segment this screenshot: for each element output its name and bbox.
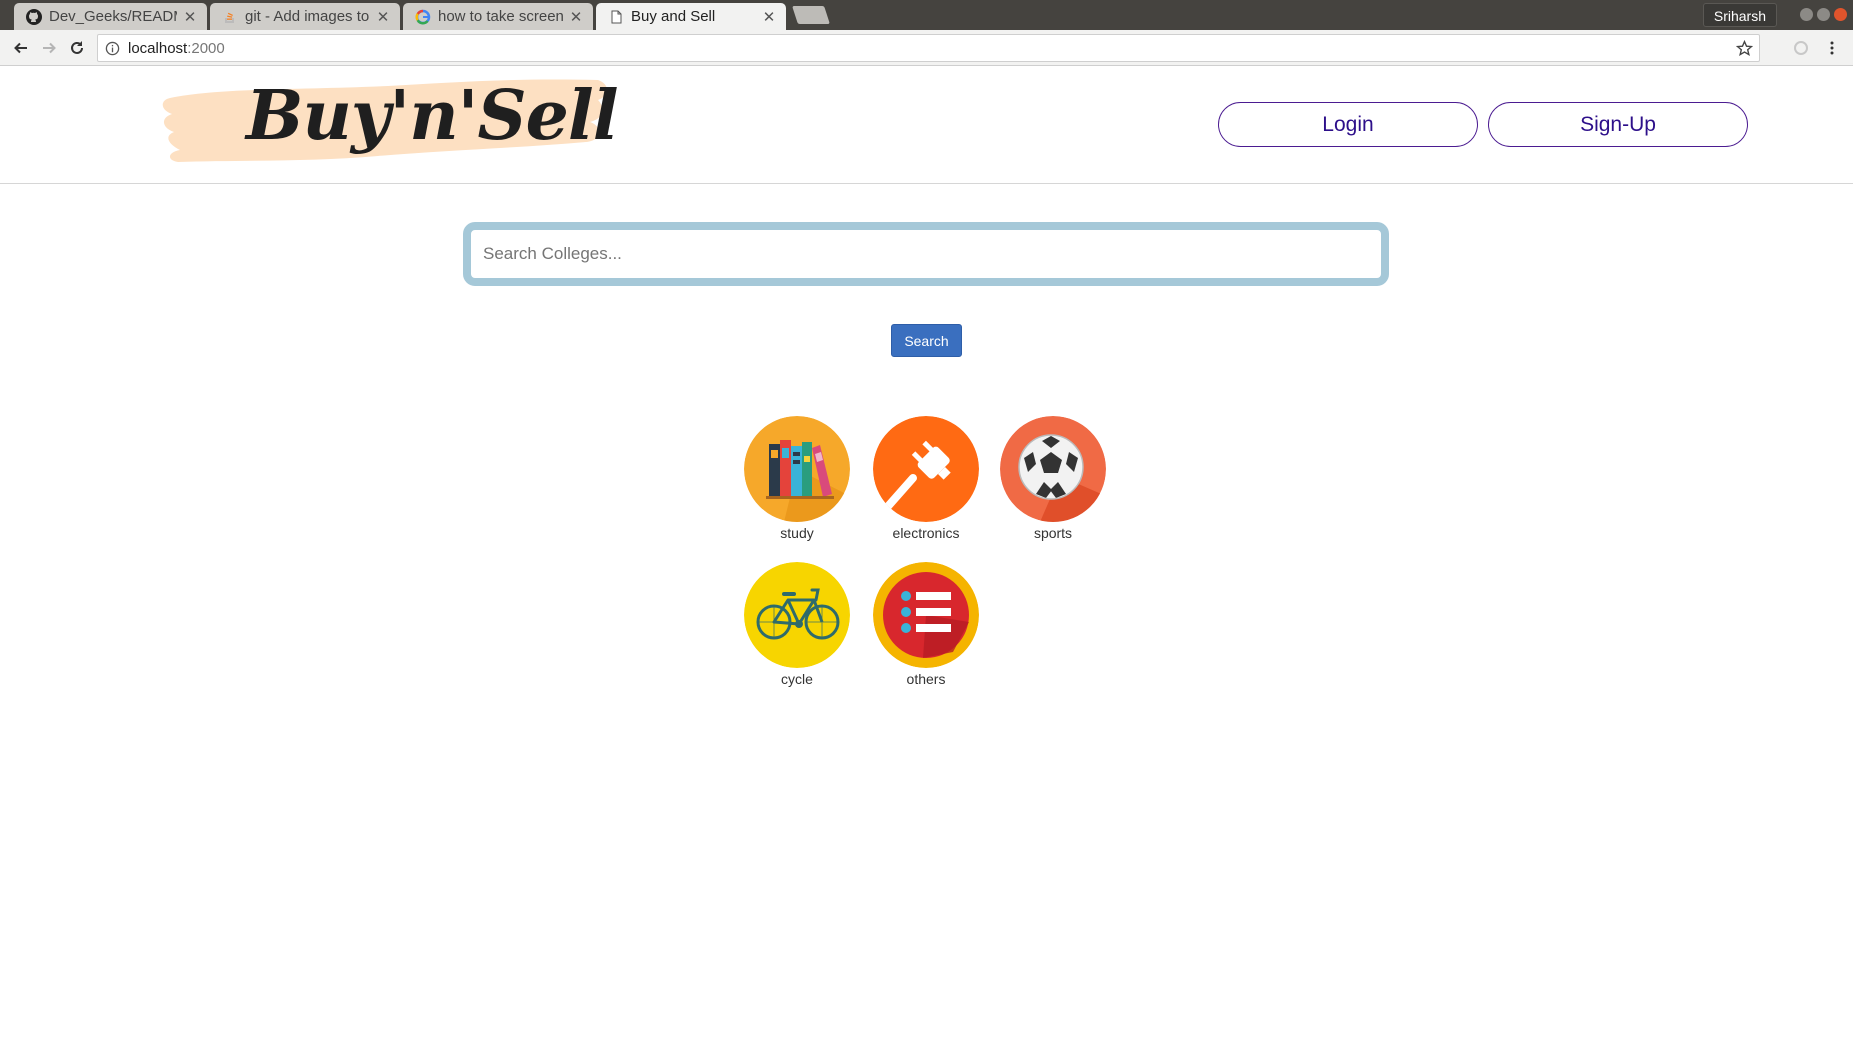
close-icon[interactable]: ✕ [376,8,390,26]
tab-title: how to take screens [438,8,563,25]
browser-toolbar: localhost:2000 [0,30,1853,66]
stackoverflow-icon [222,9,238,25]
minimize-icon[interactable] [1800,8,1813,21]
browser-tab-stackoverflow[interactable]: git - Add images to ✕ [210,3,400,30]
category-label: electronics [892,525,960,541]
category-label: sports [1033,525,1073,541]
extension-icon[interactable] [1790,37,1812,59]
list-icon [873,562,979,668]
window-close-icon[interactable] [1834,8,1847,21]
new-tab-button[interactable] [792,6,830,24]
kebab-menu-icon [1830,41,1834,55]
logo-text: Buy'n'Sell [246,76,619,156]
category-cycle[interactable]: cycle [737,562,857,687]
url-text: localhost:2000 [128,39,225,57]
close-icon[interactable]: ✕ [569,8,583,26]
category-label: study [780,525,814,541]
signup-button[interactable]: Sign-Up [1488,102,1748,147]
github-icon [26,8,42,25]
tab-title: git - Add images to [245,8,370,25]
plug-icon [873,416,979,522]
category-electronics[interactable]: electronics [866,416,986,541]
category-study[interactable]: study [737,416,857,541]
category-sports[interactable]: sports [993,416,1113,541]
category-label: others [906,671,946,687]
menu-button[interactable] [1821,37,1843,59]
close-icon[interactable]: ✕ [762,8,776,26]
tab-title: Dev_Geeks/READM [49,8,177,25]
arrow-right-icon [43,42,56,54]
browser-tab-google[interactable]: how to take screens ✕ [403,3,593,30]
reload-button[interactable] [66,37,88,59]
search-box [463,222,1389,286]
address-bar[interactable]: localhost:2000 [97,34,1760,62]
reload-icon [71,41,83,54]
search-input[interactable] [471,230,1381,278]
back-button[interactable] [10,37,32,59]
info-icon[interactable] [104,40,120,56]
star-icon[interactable] [1736,40,1753,57]
close-icon[interactable]: ✕ [183,8,197,26]
maximize-icon[interactable] [1817,8,1830,21]
google-icon [415,9,431,25]
bicycle-icon [744,562,850,668]
browser-tab-github[interactable]: Dev_Geeks/READM ✕ [14,3,207,30]
category-label: cycle [781,671,813,687]
site-logo[interactable]: Buy'n'Sell [158,70,619,174]
tab-title: Buy and Sell [631,8,716,25]
soccer-ball-icon [1000,416,1106,522]
profile-button[interactable]: Sriharsh [1702,3,1777,27]
browser-tab-buy-and-sell[interactable]: Buy and Sell ✕ [596,3,786,30]
page-icon [608,9,624,25]
browser-tab-bar: Dev_Geeks/READM ✕ git - Add images to ✕ … [0,0,1853,30]
forward-button[interactable] [38,37,60,59]
arrow-left-icon [14,42,27,54]
books-icon [744,416,850,522]
login-button[interactable]: Login [1218,102,1478,147]
category-others[interactable]: others [866,562,986,687]
search-button[interactable]: Search [891,324,962,357]
site-header: Buy'n'Sell Login Sign-Up [0,66,1853,184]
